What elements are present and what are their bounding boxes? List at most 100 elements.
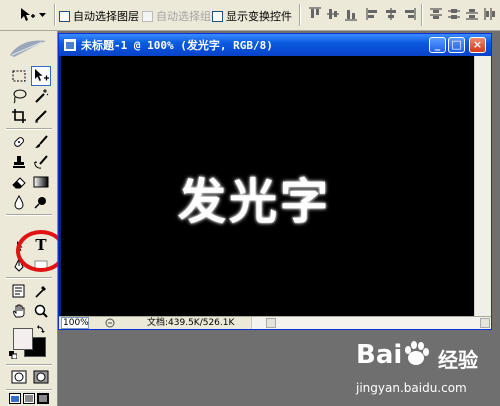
zoom-tool[interactable] [31,301,51,321]
minimize-icon: _ [434,38,441,51]
vertical-scrollbar[interactable] [474,56,491,318]
swap-colors-icon[interactable] [37,324,46,333]
maximize-icon: □ [451,38,462,51]
zoom-icon [34,304,48,318]
status-menu-icon[interactable] [103,317,117,329]
crop-icon [12,109,26,123]
quick-mask-icon [33,370,49,384]
standard-screen-mode-icon[interactable] [9,393,21,404]
healing-brush-icon [14,137,24,147]
divider [6,214,52,216]
quick-mask-button[interactable] [31,367,51,387]
magic-wand-tool[interactable] [31,86,51,106]
standard-mode-icon [11,370,27,384]
divider [6,364,52,366]
slice-icon [35,110,47,123]
show-transform-controls-checkbox[interactable] [212,10,223,22]
distribute-top-icon[interactable] [428,6,444,22]
auto-select-layer-checkbox[interactable] [59,10,70,22]
path-selection-tool[interactable] [9,235,29,255]
gradient-tool[interactable] [31,172,51,192]
move-tool-icon [20,8,35,21]
align-hcenter-icon[interactable] [383,6,399,22]
scroll-left-arrow[interactable] [266,318,276,328]
blur-tool[interactable] [9,192,29,212]
align-right-icon[interactable] [401,6,417,22]
baidu-paw-icon [405,341,429,365]
notes-icon [12,284,25,298]
align-top-icon[interactable] [307,6,323,22]
standard-mode-button[interactable] [9,367,29,387]
pen-tool[interactable] [9,255,29,275]
show-transform-controls-label: 显示变换控件 [226,10,292,23]
move-tool[interactable] [31,66,51,86]
auto-select-group-option: 自动选择组 [142,8,211,24]
baidu-jingyan-watermark: Bai 经验 jingyan.baidu.com [338,330,498,406]
distribute-vcenter-icon[interactable] [446,6,462,22]
auto-select-layer-label: 自动选择图层 [73,10,139,23]
scroll-right-arrow[interactable] [480,318,490,328]
auto-select-layer-option[interactable]: 自动选择图层 [59,8,139,24]
type-tool[interactable]: T [31,235,51,255]
align-bottom-icon[interactable] [343,6,359,22]
zoom-level-field[interactable]: 100% [61,317,89,329]
eyedropper-icon [35,286,46,298]
document-window: 未标题-1 @ 100% (发光字, RGB/8) _ □ × 发光字 100%… [58,33,492,330]
dodge-tool[interactable] [31,192,51,212]
close-button[interactable]: × [469,37,486,53]
blur-icon [14,195,24,210]
horizontal-scrollbar[interactable] [251,317,491,329]
shape-tool[interactable] [31,255,51,275]
hand-tool[interactable] [9,301,29,321]
watermark-url: jingyan.baidu.com [356,381,467,395]
healing-brush-tool[interactable] [9,132,29,152]
distribute-bottom-icon[interactable] [464,6,480,22]
canvas[interactable]: 发光字 [61,56,474,318]
brush-tool[interactable] [31,132,51,152]
lasso-tool[interactable] [9,86,29,106]
move-tool-icon [35,69,49,81]
minimize-button[interactable]: _ [429,37,446,53]
document-status-bar: 100% 文档:439.5K/526.1K [59,316,491,329]
brush-icon [35,135,48,148]
close-icon: × [472,38,483,51]
gradient-icon [33,176,49,188]
maximize-button[interactable]: □ [448,37,465,53]
crop-tool[interactable] [9,106,29,126]
watermark-logo-text: Bai [356,340,403,370]
photoshop-feather-logo [10,40,46,57]
divider [6,128,52,130]
eyedropper-tool[interactable] [31,281,51,301]
marquee-tool[interactable] [9,66,29,86]
foreground-color-swatch[interactable] [13,328,33,350]
full-screen-menu-mode-icon[interactable] [23,393,35,404]
photoshop-doc-icon [64,39,76,51]
watermark-jingyan-text: 经验 [438,348,478,372]
align-left-icon[interactable] [365,6,381,22]
lasso-icon [13,89,27,104]
distribute-left-icon[interactable] [482,6,498,22]
eraser-tool[interactable] [9,172,29,192]
pen-icon [14,257,24,272]
hand-icon [13,304,25,318]
history-brush-tool[interactable] [31,152,51,172]
show-transform-controls-option[interactable]: 显示变换控件 [212,8,292,24]
full-screen-mode-icon[interactable] [37,393,49,404]
tool-preset-picker[interactable] [14,5,50,25]
divider [299,4,301,26]
document-title-bar[interactable]: 未标题-1 @ 100% (发光字, RGB/8) _ □ × [59,34,491,56]
slice-tool[interactable] [31,106,51,126]
notes-tool[interactable] [9,281,29,301]
type-tool-icon: T [35,236,47,254]
canvas-glow-text: 发光字 [178,174,332,230]
auto-select-group-label: 自动选择组 [156,10,211,23]
divider [54,4,56,26]
toolbox: T [0,31,66,406]
clone-stamp-tool[interactable] [9,152,29,172]
divider [6,389,52,391]
align-vcenter-icon[interactable] [325,6,341,22]
history-brush-icon [34,155,48,169]
chevron-down-icon [38,13,46,17]
document-title: 未标题-1 @ 100% (发光字, RGB/8) [81,39,273,52]
default-colors-icon[interactable] [9,351,17,359]
